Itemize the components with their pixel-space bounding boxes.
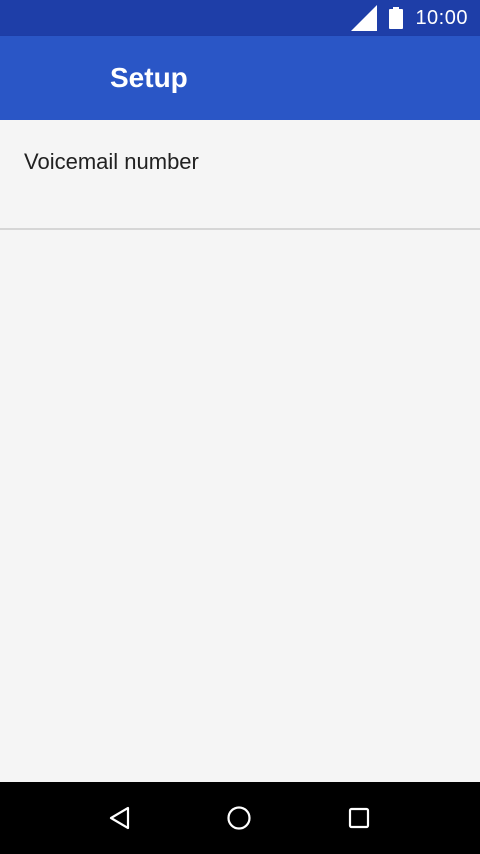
navigation-bar <box>0 782 480 854</box>
recents-button[interactable] <box>339 798 379 838</box>
voicemail-number-preference[interactable]: Voicemail number <box>0 120 480 230</box>
app-bar: Setup <box>0 36 480 120</box>
home-button[interactable] <box>219 798 259 838</box>
battery-full-icon <box>389 7 404 29</box>
recents-square-icon <box>348 807 370 829</box>
back-triangle-icon <box>109 806 130 830</box>
status-bar: 10:00 <box>0 0 480 36</box>
page-title: Setup <box>110 62 188 93</box>
status-icons: 10:00 <box>351 0 468 36</box>
cellular-signal-icon <box>351 5 378 31</box>
settings-list: Voicemail number <box>0 120 480 782</box>
back-button[interactable] <box>100 798 140 838</box>
preference-title: Voicemail number <box>24 149 199 174</box>
status-clock: 10:00 <box>415 6 468 29</box>
home-circle-icon <box>227 806 251 830</box>
